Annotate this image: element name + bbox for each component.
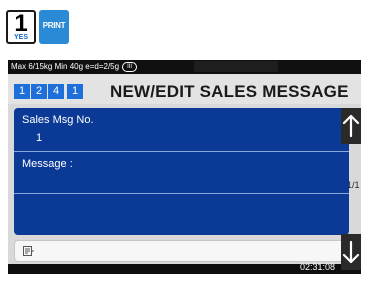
breadcrumb: 1 2 4 1: [14, 84, 83, 99]
page-indicator: 1/1: [347, 180, 360, 190]
sales-msg-no-label: Sales Msg No.: [22, 114, 94, 126]
key-1-yes[interactable]: 1 YES: [6, 10, 36, 44]
breadcrumb-item: 4: [48, 84, 64, 99]
scale-screen: Max 6/15kg Min 40g e=d=2/5g III 1 2 4 1 N…: [8, 60, 361, 274]
breadcrumb-item: 2: [31, 84, 47, 99]
print-key-label: PRINT: [42, 21, 66, 30]
arrow-up-icon: [342, 114, 360, 138]
status-indicator-area: [194, 61, 278, 72]
input-method-icon: [23, 246, 35, 256]
scroll-down-button[interactable]: [341, 234, 361, 270]
divider: [14, 151, 349, 152]
title-bar: 1 2 4 1 NEW/EDIT SALES MESSAGE: [8, 74, 361, 104]
print-key[interactable]: PRINT: [39, 10, 69, 44]
breadcrumb-item: 1: [14, 84, 30, 99]
divider: [14, 193, 349, 194]
page-title: NEW/EDIT SALES MESSAGE: [110, 82, 349, 101]
message-field[interactable]: [14, 155, 349, 193]
sales-msg-no-field[interactable]: 1: [36, 132, 42, 144]
accuracy-class-badge: III: [122, 62, 138, 72]
breadcrumb-item: 1: [67, 84, 83, 99]
form-panel: Sales Msg No. 1 Message :: [14, 108, 349, 235]
scroll-up-button[interactable]: [341, 108, 361, 144]
capacity-text: Max 6/15kg Min 40g e=d=2/5g: [11, 62, 120, 71]
input-bar[interactable]: [14, 240, 349, 262]
key-yes-label: YES: [13, 34, 28, 41]
status-bar: Max 6/15kg Min 40g e=d=2/5g III: [8, 60, 361, 74]
arrow-down-icon: [342, 240, 360, 264]
clock: 02:31:08: [300, 262, 336, 272]
status-text-group: Max 6/15kg Min 40g e=d=2/5g III: [11, 60, 138, 74]
